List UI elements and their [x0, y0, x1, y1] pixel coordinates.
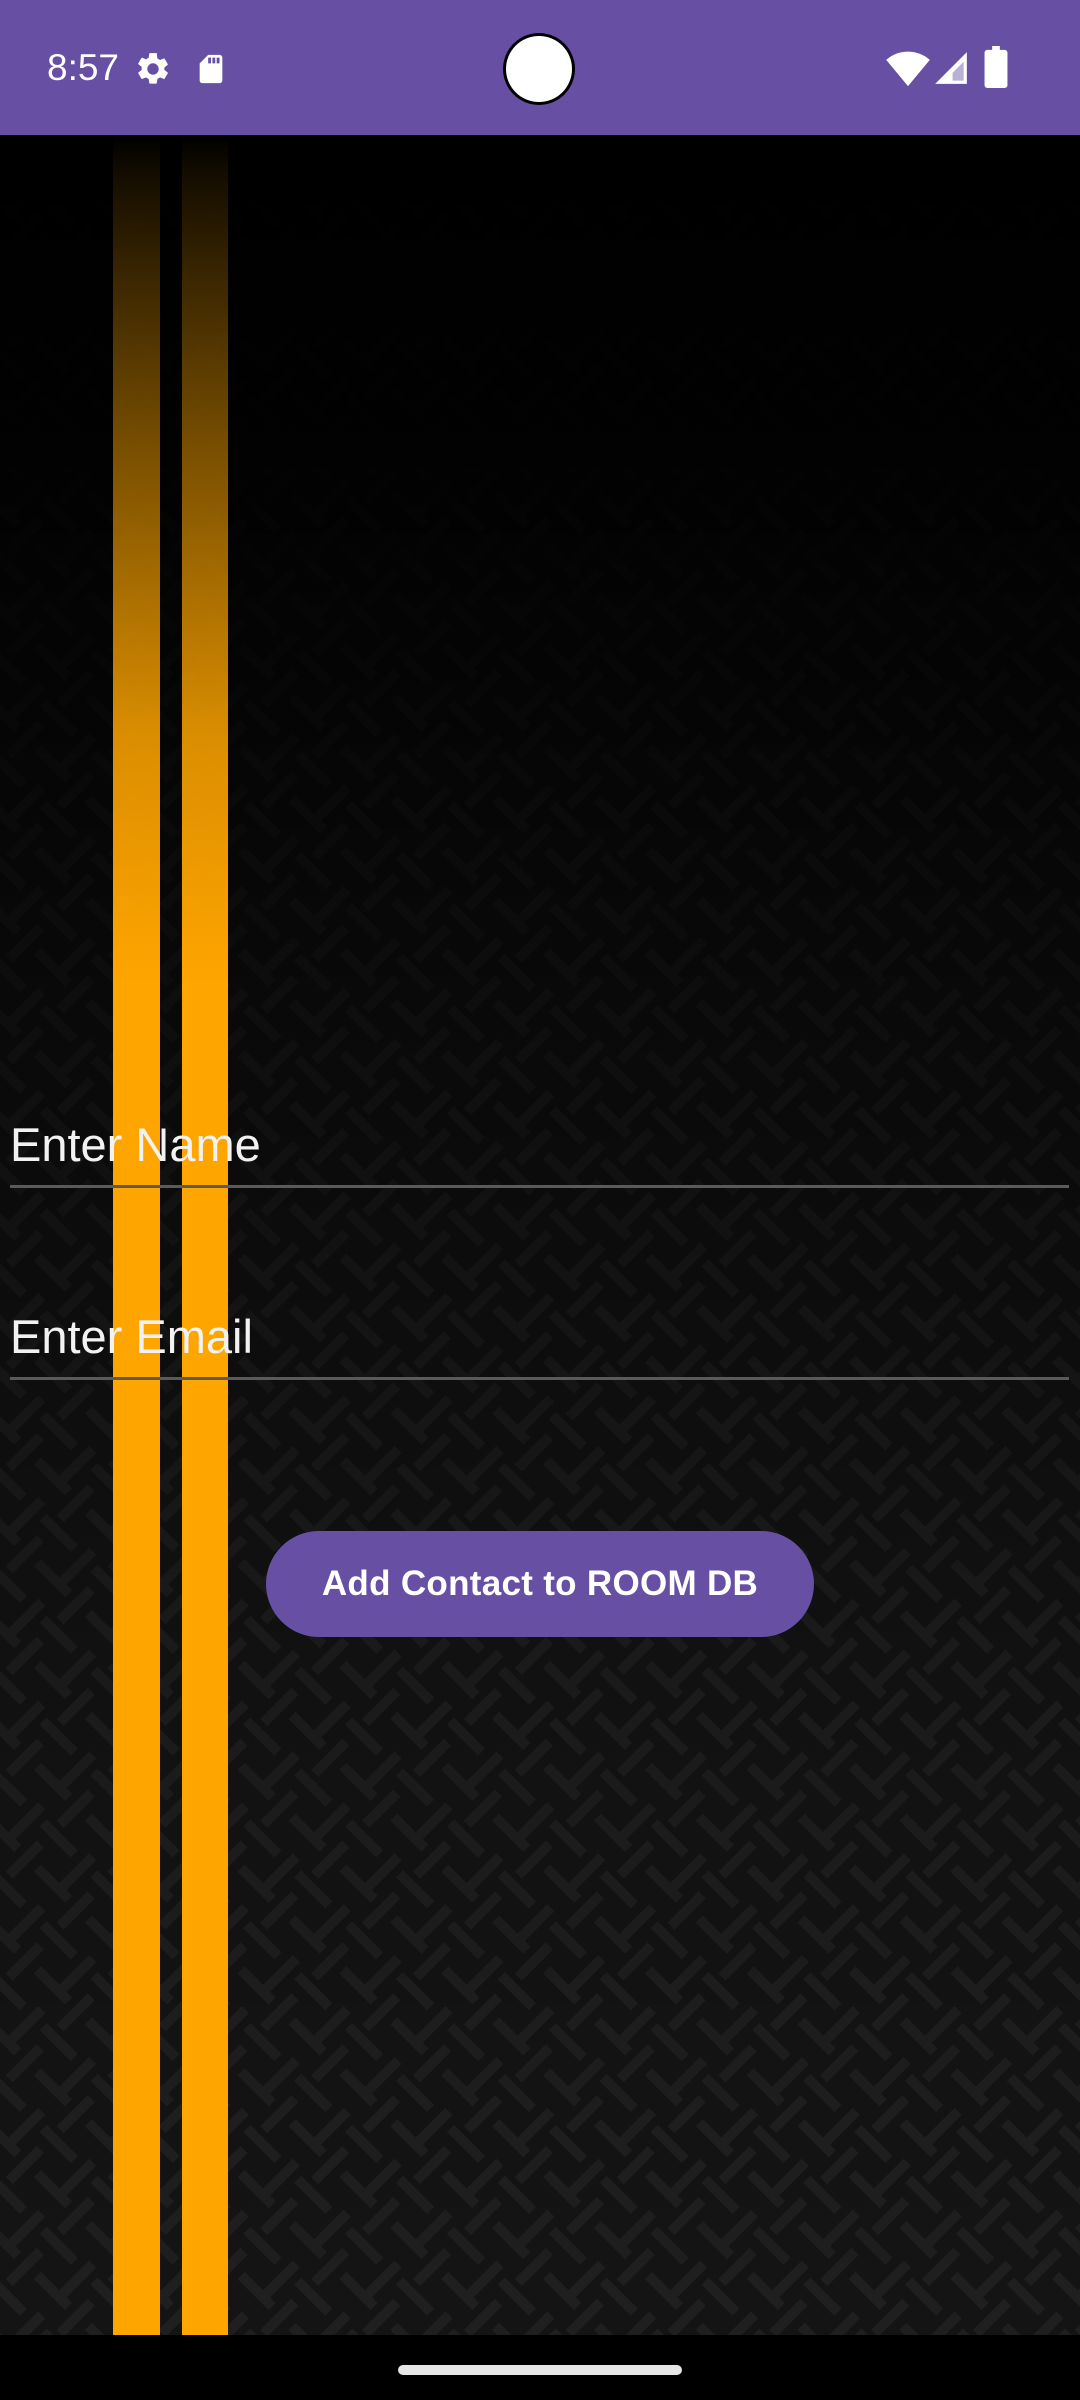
main-content: Enter Name Enter Email Add Contact to RO… [0, 135, 1080, 2335]
battery-icon [984, 46, 1008, 88]
screen: 8:57 Enter Name Enter Email Add Contact … [0, 0, 1080, 2400]
home-gesture-handle[interactable] [398, 2365, 682, 2375]
status-bar: 8:57 [0, 0, 1080, 135]
add-contact-button[interactable]: Add Contact to ROOM DB [266, 1531, 814, 1637]
email-input-placeholder: Enter Email [10, 1310, 253, 1363]
name-input-placeholder: Enter Name [10, 1118, 261, 1171]
wifi-icon [886, 51, 930, 87]
camera-cutout [506, 36, 572, 102]
cellular-signal-icon [935, 52, 967, 84]
settings-icon [138, 53, 168, 84]
add-contact-button-label: Add Contact to ROOM DB [321, 1564, 759, 1603]
orange-stripe [113, 135, 160, 2335]
sd-card-icon [199, 54, 223, 84]
navigation-bar [0, 2335, 1080, 2400]
email-input[interactable]: Enter Email [10, 1297, 1069, 1380]
name-input[interactable]: Enter Name [10, 1105, 1069, 1188]
top-dark-fade [0, 135, 1080, 2335]
status-time: 8:57 [47, 47, 120, 88]
orange-stripe [182, 135, 228, 2335]
